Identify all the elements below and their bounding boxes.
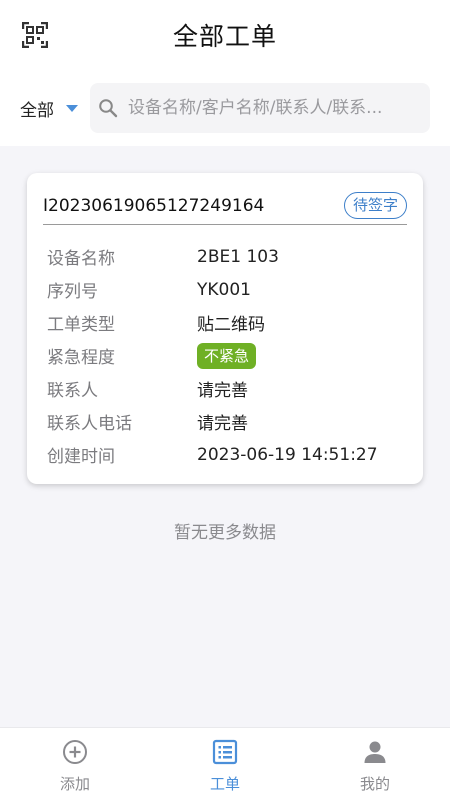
add-circle-icon <box>61 738 89 766</box>
contact-phone-value: 请完善 <box>197 414 248 434</box>
info-row-urgency: 紧急程度 不紧急 <box>47 339 407 372</box>
device-name-label: 设备名称 <box>47 249 115 269</box>
caret-down-icon <box>66 104 78 112</box>
search-box[interactable] <box>90 83 430 133</box>
page-title: 全部工单 <box>172 22 277 51</box>
device-name-value: 2BE1 103 <box>197 246 279 267</box>
app-header: 全部工单 <box>0 0 450 70</box>
work-order-card[interactable]: I20230619065127249164 待签字 设备名称 2BE1 103 … <box>27 173 423 484</box>
category-dropdown-value: 全部 <box>20 100 54 121</box>
tab-work-orders-label: 工单 <box>209 775 240 793</box>
order-number: I20230619065127249164 <box>43 195 265 216</box>
created-at-value: 2023-06-19 14:51:27 <box>197 444 378 465</box>
filter-bar: 全部 <box>0 70 450 146</box>
tab-mine-label: 我的 <box>359 775 390 793</box>
no-more-data-hint: 暂无更多数据 <box>174 523 276 543</box>
info-row-contact-phone: 联系人电话 请完善 <box>47 405 407 438</box>
category-dropdown[interactable]: 全部 <box>20 93 86 123</box>
urgency-label: 紧急程度 <box>47 348 115 368</box>
status-badge: 待签字 <box>343 192 407 219</box>
bottom-tab-bar: 添加 工单 我的 <box>0 727 450 800</box>
serial-no-label: 序列号 <box>47 282 98 302</box>
info-row-order-type: 工单类型 贴二维码 <box>47 306 407 339</box>
info-row-device-name: 设备名称 2BE1 103 <box>47 240 407 273</box>
list-icon <box>211 738 239 766</box>
tab-work-orders[interactable]: 工单 <box>150 728 300 800</box>
contact-phone-label: 联系人电话 <box>47 414 132 434</box>
card-header: I20230619065127249164 待签字 <box>43 187 407 225</box>
search-icon <box>96 96 120 120</box>
person-icon <box>361 738 389 766</box>
urgency-tag: 不紧急 <box>197 342 257 369</box>
order-type-label: 工单类型 <box>47 315 115 335</box>
order-info-list: 设备名称 2BE1 103 序列号 YK001 工单类型 贴二维码 紧急程度 不… <box>47 240 407 471</box>
urgency-value: 不紧急 <box>197 342 257 369</box>
contact-value: 请完善 <box>197 381 248 401</box>
qr-scan-button[interactable] <box>20 20 50 50</box>
tab-add-label: 添加 <box>59 775 90 793</box>
tab-mine[interactable]: 我的 <box>300 728 450 800</box>
search-input[interactable] <box>128 93 418 123</box>
contact-label: 联系人 <box>47 381 98 401</box>
tab-add[interactable]: 添加 <box>0 728 150 800</box>
order-type-value: 贴二维码 <box>197 315 265 335</box>
serial-no-value: YK001 <box>197 279 251 300</box>
info-row-created-at: 创建时间 2023-06-19 14:51:27 <box>47 438 407 471</box>
info-row-contact: 联系人 请完善 <box>47 372 407 405</box>
qr-scan-icon <box>22 22 48 48</box>
created-at-label: 创建时间 <box>47 447 115 467</box>
info-row-serial-no: 序列号 YK001 <box>47 273 407 306</box>
